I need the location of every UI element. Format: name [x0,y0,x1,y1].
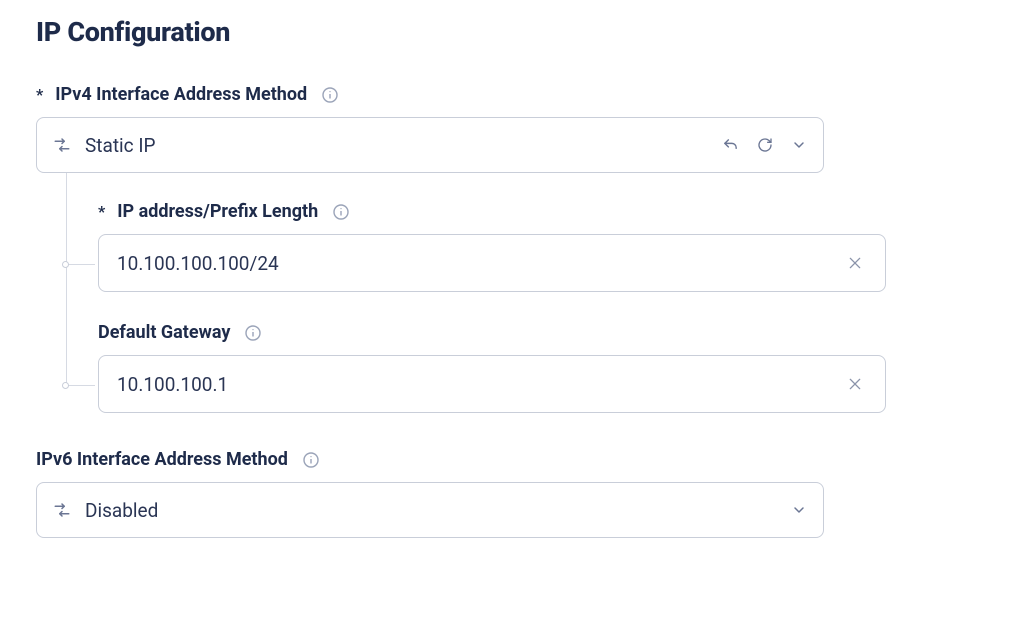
branch-icon [53,501,71,519]
ip-prefix-input-box [98,234,886,292]
gateway-label-row: Default Gateway [98,322,992,343]
info-icon[interactable] [332,203,350,221]
ip-prefix-input[interactable] [117,252,843,275]
ipv4-method-label-row: * IPv4 Interface Address Method [36,84,992,105]
gateway-label: Default Gateway [98,322,230,343]
undo-icon[interactable] [722,137,739,154]
ipv4-method-label: IPv4 Interface Address Method [55,84,307,105]
info-icon[interactable] [244,324,262,342]
required-mark: * [36,85,43,104]
chevron-down-icon[interactable] [791,502,807,518]
ip-prefix-label-row: * IP address/Prefix Length [98,201,992,222]
ipv6-method-select[interactable]: Disabled [36,482,824,538]
ipv6-method-label: IPv6 Interface Address Method [36,449,288,470]
ipv6-method-group: IPv6 Interface Address Method Disabled [36,449,992,538]
tree-branch [67,264,95,265]
info-icon[interactable] [321,86,339,104]
required-mark: * [98,202,105,221]
ipv4-nested-fields: * IP address/Prefix Length [36,201,992,413]
tree-dot [62,382,69,389]
page-title: IP Configuration [36,16,992,48]
ipv6-method-label-row: IPv6 Interface Address Method [36,449,992,470]
tree-line [66,173,67,383]
select-actions [722,137,807,154]
ipv4-method-select[interactable]: Static IP [36,117,824,173]
ip-prefix-field: * IP address/Prefix Length [98,201,992,292]
select-actions [791,502,807,518]
chevron-down-icon[interactable] [791,137,807,153]
ipv4-method-value: Static IP [85,134,722,157]
info-icon[interactable] [302,451,320,469]
clear-icon[interactable] [843,251,867,275]
ip-prefix-label: IP address/Prefix Length [117,201,318,222]
ipv6-method-value: Disabled [85,499,791,522]
gateway-input-box [98,355,886,413]
clear-icon[interactable] [843,372,867,396]
gateway-field: Default Gateway [98,322,992,413]
branch-icon [53,136,71,154]
tree-dot [62,261,69,268]
tree-branch [67,385,95,386]
ipv4-method-group: * IPv4 Interface Address Method Static I… [36,84,992,413]
refresh-icon[interactable] [757,137,773,153]
gateway-input[interactable] [117,373,843,396]
